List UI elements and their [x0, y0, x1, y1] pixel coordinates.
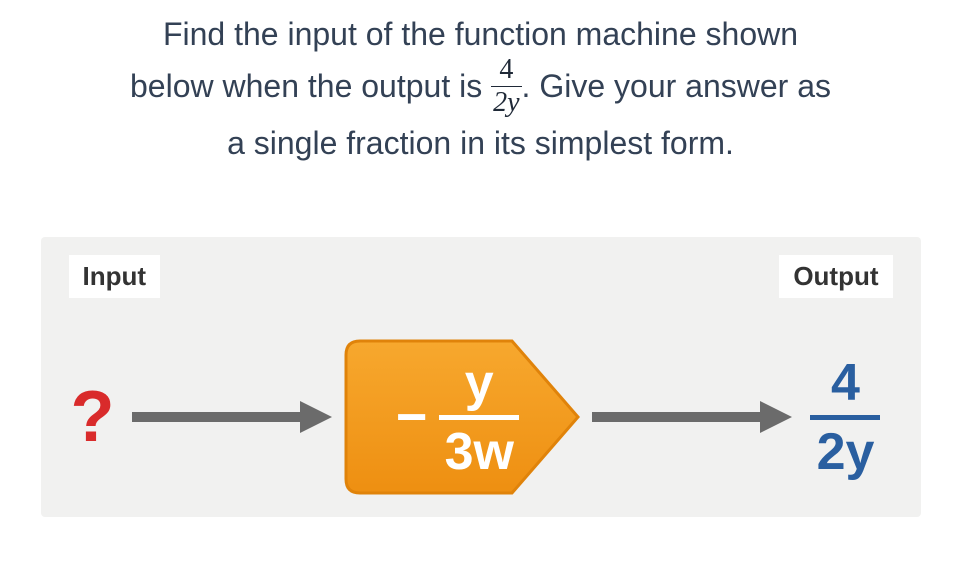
output-label: Output	[779, 255, 892, 298]
function-machine-panel: Input Output ? −	[41, 237, 921, 517]
output-fraction: 4 2y	[810, 357, 880, 478]
target-fraction: 42y	[491, 56, 521, 117]
question-line-2: below when the output is 42y. Give your …	[130, 58, 831, 119]
question-text: Find the input of the function machine s…	[130, 10, 831, 167]
minus-sign: −	[396, 386, 428, 448]
operation-content: − y 3w	[342, 337, 582, 497]
arrow-icon	[132, 397, 332, 437]
operation-fraction: y 3w	[439, 357, 519, 478]
machine-flow: ? − y	[41, 347, 921, 487]
input-label: Input	[69, 255, 161, 298]
operation-block: − y 3w	[342, 337, 582, 497]
question-line-3: a single fraction in its simplest form.	[130, 119, 831, 167]
input-value: ?	[71, 376, 115, 458]
question-line-1: Find the input of the function machine s…	[130, 10, 831, 58]
arrow-icon	[592, 397, 792, 437]
